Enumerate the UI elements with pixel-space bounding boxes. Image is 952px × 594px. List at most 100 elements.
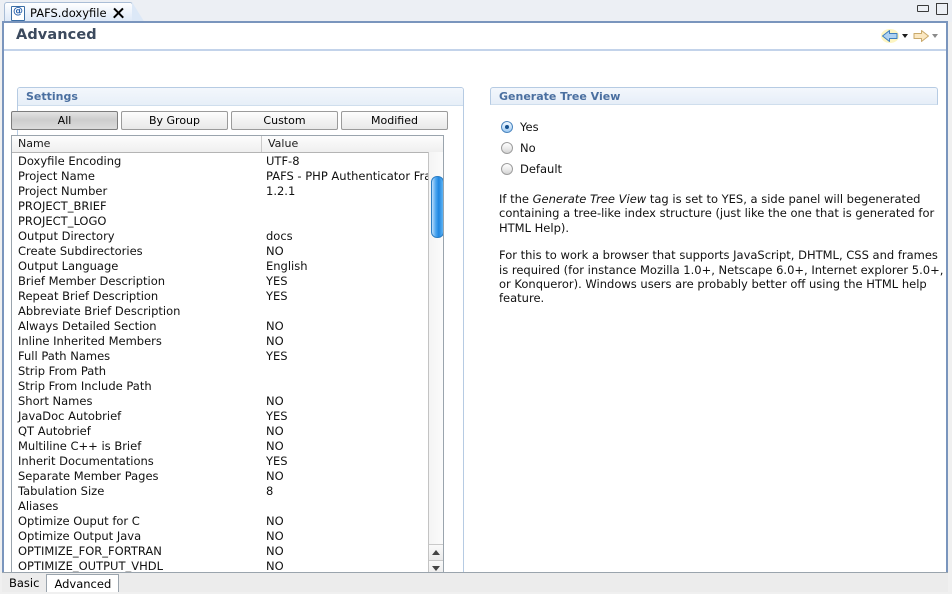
triangle-up-icon [432,550,440,555]
cell-name: Doxyfile Encoding [18,153,122,168]
table-row[interactable]: Output Language English [12,258,443,273]
table-row[interactable]: OPTIMIZE_OUTPUT_VHDL NO [12,558,443,573]
cell-name: PROJECT_BRIEF [18,198,107,213]
radio-button-icon[interactable] [501,141,513,154]
back-dropdown-chevron-down-icon[interactable] [902,34,908,38]
cell-value: NO [266,423,284,438]
back-button[interactable] [881,28,908,44]
doxyfile-document-icon [11,5,25,21]
table-row[interactable]: PROJECT_LOGO [12,213,443,228]
cell-value: 8 [266,483,274,498]
table-row[interactable]: Aliases [12,498,443,513]
table-row[interactable]: PROJECT_BRIEF [12,198,443,213]
table-row[interactable]: Short Names NO [12,393,443,408]
table-row[interactable]: Create Subdirectories NO [12,243,443,258]
cell-name: Strip From Include Path [18,378,152,393]
table-row[interactable]: Doxyfile Encoding UTF-8 [12,153,443,168]
table-row[interactable]: Output Directory docs [12,228,443,243]
bottom-tab-basic[interactable]: Basic [2,574,46,592]
column-header-name[interactable]: Name [12,136,262,152]
cell-name: Project Number [18,183,108,198]
table-row[interactable]: Inline Inherited Members NO [12,333,443,348]
cell-value: NO [266,528,284,543]
back-arrow-icon [881,28,900,44]
radio-option-no[interactable]: No [501,137,945,158]
table-row[interactable]: OPTIMIZE_FOR_FORTRAN NO [12,543,443,558]
table-row[interactable]: Repeat Brief Description YES [12,288,443,303]
cell-value: NO [266,438,284,453]
detail-panel-title: Generate Tree View [490,87,938,105]
cell-value: YES [266,408,288,423]
table-row[interactable]: Optimize Ouput for C NO [12,513,443,528]
radio-option-label: Yes [520,119,539,134]
bottom-tab-advanced[interactable]: Advanced [46,574,120,592]
scroll-up-button[interactable] [429,544,443,560]
radio-option-label: Default [520,161,563,176]
page-frame: Advanced Settings All By Group Custom Mo… [2,21,948,592]
cell-name: Tabulation Size [18,483,105,498]
cell-name: Multiline C++ is Brief [18,438,142,453]
settings-group-label: Settings [18,88,463,106]
table-row[interactable]: Tabulation Size 8 [12,483,443,498]
table-row[interactable]: JavaDoc Autobrief YES [12,408,443,423]
forward-arrow-icon [911,28,930,44]
table-body: Doxyfile Encoding UTF-8 Project Name PAFS -… [12,153,443,574]
column-header-value[interactable]: Value [262,136,443,152]
table-row[interactable]: QT Autobrief NO [12,423,443,438]
table-row[interactable]: Strip From Include Path [12,378,443,393]
cell-name: Aliases [18,498,59,513]
table-row[interactable]: Separate Member Pages NO [12,468,443,483]
paragraph-1-lead: If the [499,192,533,206]
cell-name: Strip From Path [18,363,107,378]
vertical-scroll-buttons [429,544,443,574]
filter-button-custom[interactable]: Custom [231,111,338,130]
table-row[interactable]: Abbreviate Brief Description [12,303,443,318]
cell-name: OPTIMIZE_FOR_FORTRAN [18,543,162,558]
forward-dropdown-chevron-down-icon[interactable] [932,34,938,38]
cell-name: Output Language [18,258,119,273]
cell-name: Separate Member Pages [18,468,159,483]
cell-name: Optimize Output Java [18,528,142,543]
table-row[interactable]: Full Path Names YES [12,348,443,363]
filter-button-by-group[interactable]: By Group [121,111,228,130]
cell-value: PAFS - PHP Authenticator Frame [266,168,443,183]
page-title: Advanced [16,27,97,43]
detail-panel: Generate Tree View Yes No Default If the G… [490,87,945,306]
cell-name: Repeat Brief Description [18,288,159,303]
table-row[interactable]: Optimize Output Java NO [12,528,443,543]
filter-button-all[interactable]: All [11,111,118,130]
settings-table[interactable]: Name Value Doxyfile Encoding UTF-8 Project… [11,135,444,575]
radio-button-icon[interactable] [501,120,513,133]
radio-option-default[interactable]: Default [501,158,945,179]
table-row[interactable]: Strip From Path [12,363,443,378]
editor-tab-doxyfile[interactable]: PAFS.doxyfile [4,2,145,23]
triangle-down-icon [432,566,440,571]
vertical-scrollbar-thumb[interactable] [431,176,443,238]
cell-value: NO [266,513,284,528]
table-row[interactable]: Always Detailed Section NO [12,318,443,333]
cell-value: UTF-8 [266,153,300,168]
table-row[interactable]: Project Number 1.2.1 [12,183,443,198]
close-icon[interactable] [113,8,124,19]
cell-name: Optimize Ouput for C [18,513,140,528]
forward-button[interactable] [911,28,938,44]
table-row[interactable]: Project Name PAFS - PHP Authenticator Fra… [12,168,443,183]
header-divider [4,49,946,51]
table-row[interactable]: Multiline C++ is Brief NO [12,438,443,453]
cell-name: JavaDoc Autobrief [18,408,122,423]
paragraph-1-emphasis: Generate Tree View [532,192,647,206]
cell-name: Full Path Names [18,348,111,363]
filter-button-modified[interactable]: Modified [341,111,448,130]
maximize-icon[interactable] [935,3,948,15]
minimize-icon[interactable] [916,3,929,15]
cell-value: 1.2.1 [266,183,296,198]
detail-paragraph-2: For this to work a browser that supports… [499,248,944,306]
radio-button-icon[interactable] [501,162,513,175]
cell-value: NO [266,243,284,258]
page-header: Advanced [4,23,946,51]
table-row[interactable]: Brief Member Description YES [12,273,443,288]
radio-option-yes[interactable]: Yes [501,116,945,137]
table-row[interactable]: Inherit Documentations YES [12,453,443,468]
vertical-scrollbar[interactable] [428,152,443,574]
cell-name: Short Names [18,393,93,408]
